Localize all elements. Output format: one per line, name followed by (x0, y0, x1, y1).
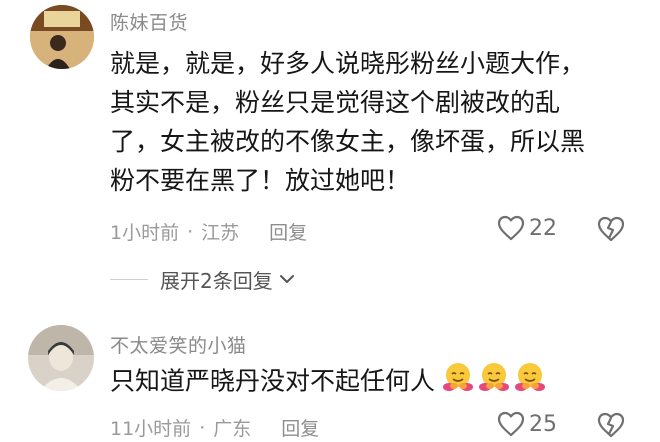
comment-location: 广东 (213, 418, 252, 440)
hugging-face-icon (513, 360, 547, 405)
dislike-button[interactable] (597, 412, 625, 442)
comment-text: 只知道严晓丹没对不起任何人 (110, 360, 630, 405)
expand-replies-button[interactable]: 展开2条回复 (110, 265, 295, 294)
comment-text-line: 了，女主被改的不像女主，像坏蛋，所以黑 (110, 127, 586, 156)
comment-location: 江苏 (201, 222, 240, 244)
comment-time: 11小时前 (110, 418, 192, 440)
meta-separator: · (187, 220, 194, 243)
like-count: 22 (529, 215, 557, 241)
comment-meta: 11小时前 · 广东 回复 (110, 414, 319, 441)
hugging-face-icon (477, 360, 511, 405)
comment-meta: 1小时前 · 江苏 回复 (110, 218, 307, 245)
hugging-face-icon (441, 360, 475, 405)
reply-button[interactable]: 回复 (269, 218, 307, 245)
reply-button[interactable]: 回复 (281, 414, 319, 441)
broken-heart-icon (597, 412, 625, 442)
avatar[interactable] (30, 5, 94, 69)
broken-heart-icon (597, 216, 625, 246)
chevron-down-icon (279, 270, 295, 289)
comment-text: 就是，就是，好多人说晓彤粉丝小题大作， 其实不是，粉丝只是觉得这个剧被改的乱 了… (110, 44, 630, 200)
comment-text-line: 粉不要在黑了！放过她吧！ (110, 166, 411, 195)
meta-separator: · (199, 416, 206, 439)
like-count: 25 (529, 411, 557, 437)
comment-text-line: 其实不是，粉丝只是觉得这个剧被改的乱 (110, 88, 561, 117)
comment-text-line: 就是，就是，好多人说晓彤粉丝小题大作， (110, 49, 586, 78)
comment-text-line: 只知道严晓丹没对不起任何人 (110, 360, 630, 405)
like-button[interactable]: 22 (497, 215, 557, 241)
dislike-button[interactable] (597, 216, 625, 246)
comment-author[interactable]: 不太爱笑的小猫 (110, 331, 247, 358)
avatar[interactable] (28, 325, 94, 391)
emoji-row (441, 360, 549, 405)
divider (110, 279, 148, 280)
heart-outline-icon (497, 215, 525, 241)
expand-replies-label: 展开2条回复 (160, 269, 273, 293)
comment-time: 1小时前 (110, 222, 180, 244)
comment-author[interactable]: 陈妹百货 (110, 8, 188, 35)
heart-outline-icon (497, 411, 525, 437)
like-button[interactable]: 25 (497, 411, 557, 437)
comment-text-content: 只知道严晓丹没对不起任何人 (110, 366, 436, 396)
